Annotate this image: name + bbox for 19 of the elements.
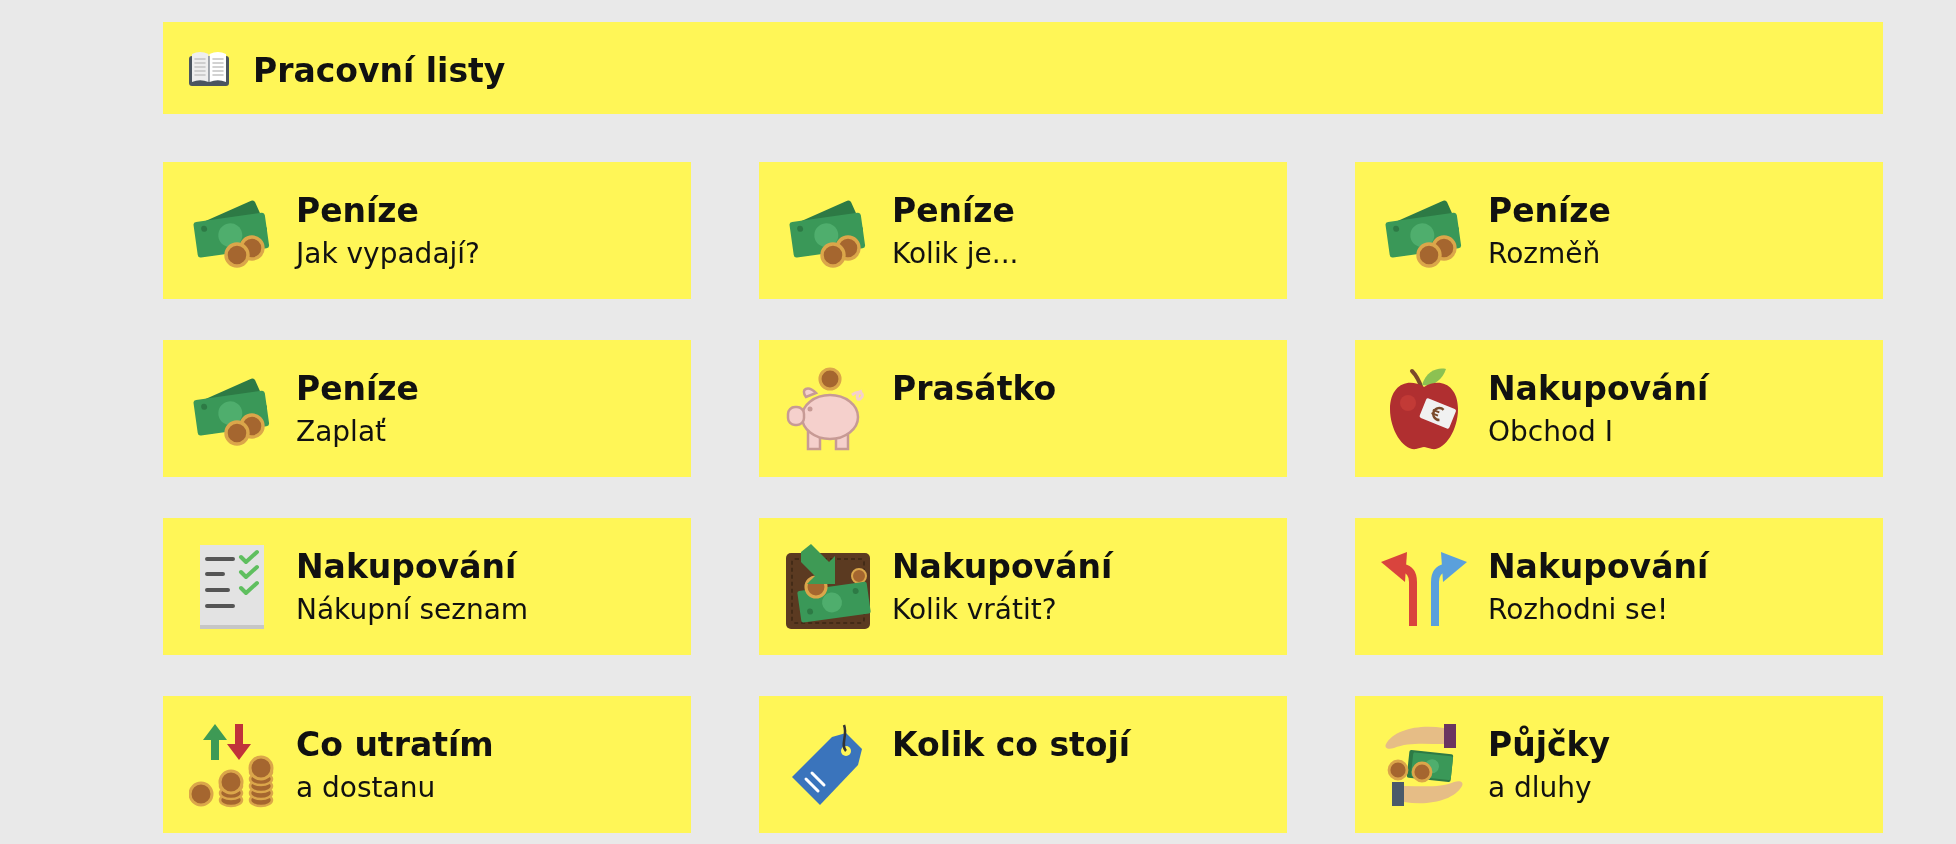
coin-stacks-arrows-icon: [189, 721, 275, 808]
worksheet-card[interactable]: Nakupování Rozhodni se!: [1355, 518, 1883, 655]
open-book-icon: [189, 50, 229, 86]
section-title: Pracovní listy: [253, 50, 506, 91]
worksheet-card[interactable]: Nakupování Obchod I: [1355, 340, 1883, 477]
wallet-icon: [785, 543, 871, 630]
worksheet-card[interactable]: Prasátko: [759, 340, 1287, 477]
worksheet-card[interactable]: Kolik co stojí: [759, 696, 1287, 833]
worksheet-card[interactable]: Půjčky a dluhy: [1355, 696, 1883, 833]
worksheet-card[interactable]: Peníze Zaplať: [163, 340, 691, 477]
checklist-icon: [200, 544, 264, 629]
hands-money-icon: [1384, 721, 1464, 808]
apple-price-tag-icon: [1388, 366, 1460, 451]
worksheet-card[interactable]: Nakupování Nákupní seznam: [163, 518, 691, 655]
worksheet-card[interactable]: Peníze Rozměň: [1355, 162, 1883, 299]
worksheet-card[interactable]: Peníze Kolik je...: [759, 162, 1287, 299]
worksheet-card[interactable]: Peníze Jak vypadají?: [163, 162, 691, 299]
worksheet-card[interactable]: Nakupování Kolik vrátit?: [759, 518, 1287, 655]
worksheet-card[interactable]: Co utratím a dostanu: [163, 696, 691, 833]
